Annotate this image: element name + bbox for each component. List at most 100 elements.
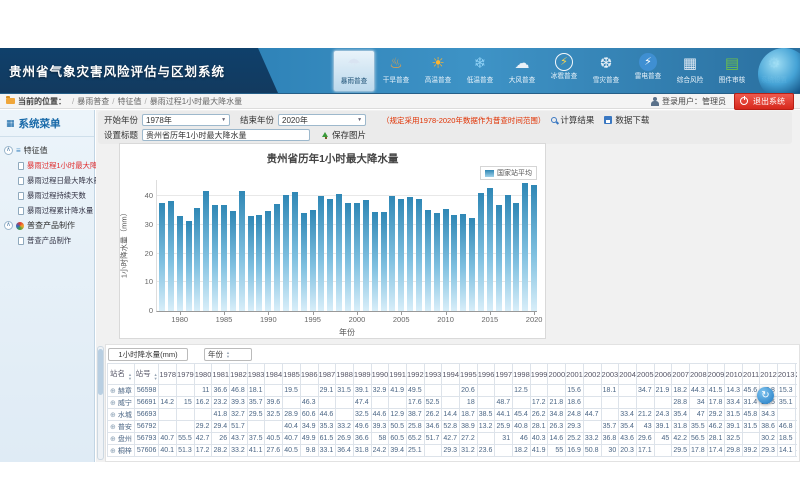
nav-item-low-temp[interactable]: ❄低温普查 <box>459 50 501 92</box>
expand-row-icon[interactable]: ⊕ <box>110 412 116 419</box>
year-header-1983[interactable]: 1983 <box>247 364 265 385</box>
year-header-1978[interactable]: 1978 <box>159 364 177 385</box>
bar-1985 <box>221 205 227 311</box>
chart-title-input[interactable] <box>142 129 310 141</box>
value-cell-1986 <box>300 385 318 397</box>
station-name-header[interactable]: 站名▲▼ <box>108 364 135 385</box>
sort-arrows-icon[interactable]: ▲▼ <box>226 351 230 358</box>
value-cell-2014 <box>795 397 797 409</box>
sidebar-item[interactable]: 暴雨过程持续天数 <box>4 188 92 203</box>
tree-group-普查产品制作[interactable]: ∧普查产品制作 <box>4 218 92 233</box>
start-year-select[interactable]: 1978年▼ <box>142 114 230 126</box>
chart-legend[interactable]: 国家站平均 <box>480 166 537 180</box>
tree-group-特征值[interactable]: ∧≡特征值 <box>4 143 92 158</box>
nav-item-drought[interactable]: ♨干旱普查 <box>375 50 417 92</box>
year-header-2004[interactable]: 2004 <box>619 364 637 385</box>
value-cell-1997: 44.1 <box>495 409 513 421</box>
year-header-1984[interactable]: 1984 <box>265 364 283 385</box>
year-header-1990[interactable]: 1990 <box>371 364 389 385</box>
expand-row-icon[interactable]: ⊕ <box>110 436 116 443</box>
year-header-1980[interactable]: 1980 <box>194 364 212 385</box>
nav-item-rainstorm[interactable]: ☂暴雨普查 <box>333 50 375 92</box>
year-header-2005[interactable]: 2005 <box>636 364 654 385</box>
year-header-2001[interactable]: 2001 <box>566 364 584 385</box>
year-header-1981[interactable]: 1981 <box>212 364 230 385</box>
year-header-2012[interactable]: 2012 <box>760 364 778 385</box>
download-data-button[interactable]: 数据下载 <box>604 114 649 126</box>
year-header-1988[interactable]: 1988 <box>336 364 354 385</box>
year-header-2014[interactable]: 2014 <box>795 364 797 385</box>
year-header-2008[interactable]: 2008 <box>689 364 707 385</box>
nav-item-risk-calculator[interactable]: ▦综合风险 <box>669 50 711 92</box>
end-year-select[interactable]: 2020年▼ <box>278 114 366 126</box>
nav-item-snow[interactable]: ❆雪灾普查 <box>585 50 627 92</box>
year-header-1995[interactable]: 1995 <box>460 364 478 385</box>
year-header-2007[interactable]: 2007 <box>672 364 690 385</box>
year-header-1992[interactable]: 1992 <box>406 364 424 385</box>
breadcrumb-item-2[interactable]: 特征值 <box>117 96 141 107</box>
sort-arrows-icon[interactable]: ▲▼ <box>128 373 132 380</box>
year-header-1982[interactable]: 1982 <box>230 364 248 385</box>
vertical-scrollbar[interactable] <box>97 346 104 460</box>
year-header-1997[interactable]: 1997 <box>495 364 513 385</box>
year-header-1996[interactable]: 1996 <box>477 364 495 385</box>
value-cell-2014: 42.1 <box>795 445 797 457</box>
bar-2006 <box>407 197 413 311</box>
save-image-button[interactable]: 保存图片 <box>322 129 366 141</box>
year-header-1979[interactable]: 1979 <box>177 364 195 385</box>
year-header-2002[interactable]: 2002 <box>583 364 601 385</box>
year-header-1987[interactable]: 1987 <box>318 364 336 385</box>
expand-row-icon[interactable]: ⊕ <box>110 424 116 431</box>
breadcrumb-item-3[interactable]: 暴雨过程1小时最大降水量 <box>150 96 242 107</box>
sidebar-item[interactable]: 暴雨过程日最大降水量 <box>4 173 92 188</box>
year-header-1986[interactable]: 1986 <box>300 364 318 385</box>
value-cell-1994 <box>442 385 460 397</box>
year-header-1991[interactable]: 1991 <box>389 364 407 385</box>
year-sort-filter[interactable]: 年份 ▲▼ <box>204 348 252 361</box>
collapse-toggle-icon[interactable]: ∧ <box>4 221 13 230</box>
expand-row-icon[interactable]: ⊕ <box>110 400 116 407</box>
value-cell-2008: 47 <box>689 409 707 421</box>
nav-item-lightning[interactable]: ⚡雷电普查 <box>627 50 669 92</box>
year-header-2006[interactable]: 2006 <box>654 364 672 385</box>
year-header-2000[interactable]: 2000 <box>548 364 566 385</box>
sort-arrows-icon[interactable]: ▲▼ <box>154 373 158 380</box>
breadcrumb-item-1[interactable]: 暴雨普查 <box>77 96 109 107</box>
value-type-filter[interactable]: 1小时降水量(mm) <box>108 348 188 361</box>
nav-item-gale[interactable]: ☁大风普查 <box>501 50 543 92</box>
value-cell-1993 <box>424 385 442 397</box>
refresh-float-button[interactable]: ↻ <box>757 387 774 404</box>
station-name: 桐梓 <box>118 448 132 455</box>
value-cell-1990: 39.3 <box>371 421 389 433</box>
calculate-button[interactable]: 计算结果 <box>551 114 594 126</box>
year-header-2013[interactable]: 2013 <box>777 364 795 385</box>
year-header-2003[interactable]: 2003 <box>601 364 619 385</box>
year-header-2009[interactable]: 2009 <box>707 364 725 385</box>
sidebar-item[interactable]: 普查产品制作 <box>4 233 92 248</box>
scrollbar-thumb[interactable] <box>98 349 103 395</box>
year-header-1998[interactable]: 1998 <box>513 364 531 385</box>
year-header-2011[interactable]: 2011 <box>743 364 760 385</box>
nav-item-high-temp[interactable]: ☀高温普查 <box>417 50 459 92</box>
breadcrumb-separator: / <box>112 97 114 106</box>
sidebar-item[interactable]: 暴雨过程累计降水量 <box>4 203 92 218</box>
logout-button[interactable]: 退出系统 <box>734 93 794 110</box>
nav-item-map-review[interactable]: ▤图件审核 <box>711 50 753 92</box>
year-header-1994[interactable]: 1994 <box>442 364 460 385</box>
year-header-1989[interactable]: 1989 <box>353 364 371 385</box>
year-header-1993[interactable]: 1993 <box>424 364 442 385</box>
value-cell-2009: 29.2 <box>707 409 725 421</box>
collapse-toggle-icon[interactable]: ∧ <box>4 146 13 155</box>
year-header-1985[interactable]: 1985 <box>283 364 301 385</box>
expand-row-icon[interactable]: ⊕ <box>110 448 116 455</box>
sidebar-item[interactable]: 暴雨过程1小时最大降水量 <box>4 158 92 173</box>
nav-item-hail[interactable]: ⚡冰雹普查 <box>543 50 585 92</box>
station-id-header[interactable]: 站号▲▼ <box>134 364 158 385</box>
value-cell-2007: 35.4 <box>672 409 690 421</box>
year-header-1999[interactable]: 1999 <box>530 364 548 385</box>
value-cell-1987 <box>318 397 336 409</box>
expand-row-icon[interactable]: ⊕ <box>110 388 116 395</box>
year-header-2010[interactable]: 2010 <box>725 364 743 385</box>
chart-plot-area: 1小时降水量（mm） 年份 01020304019801985199019952… <box>156 180 537 312</box>
station-name: 威宁 <box>118 400 132 407</box>
